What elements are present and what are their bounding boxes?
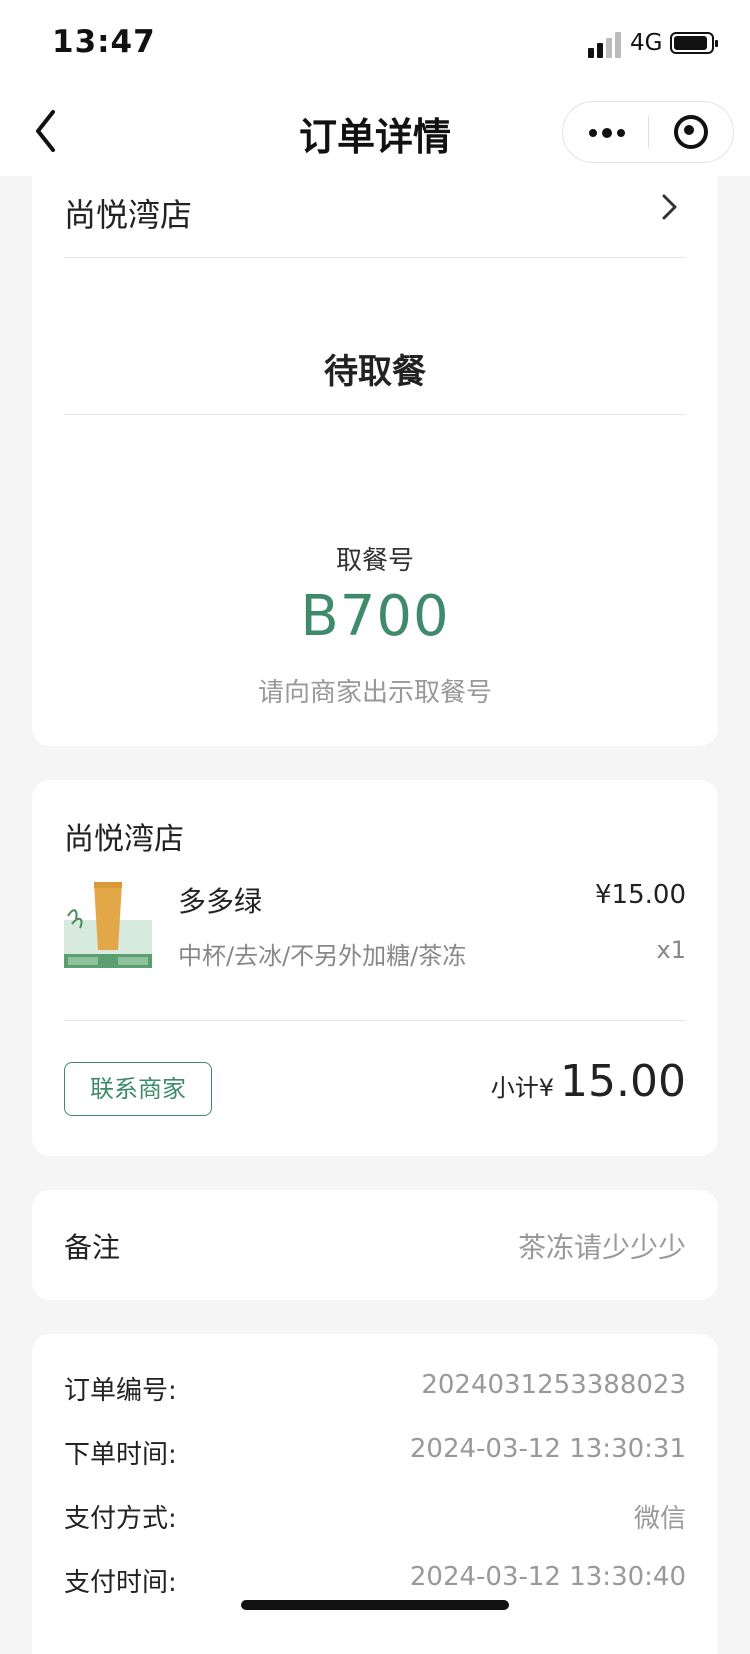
info-row-order-time: 下单时间: 2024-03-12 13:30:31	[64, 1434, 686, 1474]
subtotal-value: 15.00	[560, 1056, 686, 1107]
close-miniprogram-button[interactable]	[649, 102, 733, 162]
info-value: 微信	[633, 1504, 686, 1534]
product-image	[64, 876, 152, 968]
nav-bar: 订单详情	[0, 88, 750, 176]
divider	[64, 1020, 686, 1021]
more-button[interactable]	[563, 102, 648, 162]
subtotal: 小计¥ 15.00	[491, 1056, 686, 1107]
info-row-order-number: 订单编号: 2024031253388023	[64, 1370, 686, 1410]
divider	[64, 414, 686, 415]
home-indicator[interactable]	[241, 1600, 509, 1610]
contact-merchant-button[interactable]: 联系商家	[64, 1062, 212, 1116]
product-qty: x1	[656, 936, 686, 964]
miniprogram-capsule	[562, 101, 734, 163]
items-store-name: 尚悦湾店	[64, 822, 184, 857]
order-items-card: 尚悦湾店 多多绿 ¥15.00 中杯/去冰/不另外加糖/茶冻 x1 联系商家 小…	[32, 780, 718, 1156]
network-label: 4G	[630, 30, 663, 56]
pickup-label: 取餐号	[335, 546, 414, 576]
info-label: 支付时间:	[64, 1568, 177, 1598]
info-value: 2024031253388023	[421, 1370, 686, 1400]
info-label: 下单时间:	[64, 1440, 177, 1470]
info-value: 2024-03-12 13:30:40	[409, 1562, 686, 1592]
signal-icon	[588, 30, 624, 58]
remark-value: 茶冻请少少少	[517, 1231, 686, 1264]
chevron-right-icon	[662, 194, 677, 220]
info-row-payment-method: 支付方式: 微信	[64, 1498, 686, 1538]
store-row[interactable]: 尚悦湾店	[64, 176, 686, 266]
divider	[64, 257, 686, 258]
battery-icon	[670, 32, 718, 54]
remark-card: 备注 茶冻请少少少	[32, 1190, 718, 1300]
subtotal-label: 小计¥	[490, 1074, 555, 1102]
status-time: 13:47	[52, 24, 156, 60]
product-name: 多多绿	[178, 885, 263, 918]
pickup-number: B700	[300, 584, 450, 649]
store-name: 尚悦湾店	[64, 196, 193, 234]
info-row-payment-time: 支付时间: 2024-03-12 13:30:40	[64, 1562, 686, 1602]
product-spec: 中杯/去冰/不另外加糖/茶冻	[178, 942, 467, 970]
info-label: 支付方式:	[64, 1504, 177, 1534]
order-status: 待取餐	[324, 352, 426, 392]
info-value: 2024-03-12 13:30:31	[409, 1434, 686, 1464]
remark-label: 备注	[64, 1231, 121, 1264]
info-label: 订单编号:	[64, 1376, 177, 1406]
more-icon	[589, 129, 597, 137]
order-status-card: 尚悦湾店 待取餐 取餐号 B700 请向商家出示取餐号	[32, 176, 718, 746]
status-bar: 13:47 4G	[0, 0, 750, 88]
product-price: ¥15.00	[595, 880, 686, 910]
pickup-hint: 请向商家出示取餐号	[257, 678, 492, 708]
